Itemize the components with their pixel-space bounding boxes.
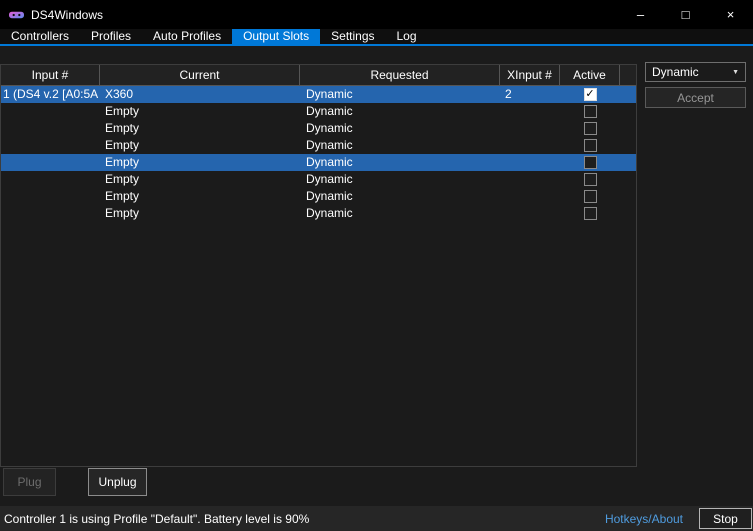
cell-filler — [620, 205, 636, 222]
table-row[interactable]: Empty Dynamic — [1, 188, 636, 205]
cell-active — [560, 205, 620, 222]
cell-input — [1, 188, 100, 205]
table-row[interactable]: Empty Dynamic — [1, 137, 636, 154]
cell-current: Empty — [105, 206, 140, 220]
tab-log[interactable]: Log — [386, 29, 428, 44]
cell-filler — [620, 103, 636, 120]
cell-requested: Dynamic — [306, 172, 353, 186]
cell-input: 1 (DS4 v.2 [A0:5A — [3, 87, 99, 101]
column-header-filler — [620, 65, 636, 85]
minimize-button[interactable]: – — [618, 0, 663, 29]
tab-auto-profiles[interactable]: Auto Profiles — [142, 29, 232, 44]
active-checkbox[interactable] — [583, 156, 597, 169]
cell-input — [1, 205, 100, 222]
table-row[interactable]: Empty Dynamic — [1, 205, 636, 222]
output-slots-table: Input # Current Requested XInput # Active 1 … — [0, 64, 637, 467]
cell-active: ✓ — [560, 86, 620, 103]
cell-requested: Dynamic — [306, 104, 353, 118]
cell-active — [560, 120, 620, 137]
cell-current: Empty — [105, 189, 140, 203]
cell-current: Empty — [105, 138, 140, 152]
cell-filler — [620, 137, 636, 154]
cell-filler — [620, 154, 636, 171]
active-checkbox[interactable]: ✓ — [583, 88, 597, 101]
cell-requested: Dynamic — [306, 155, 353, 169]
plug-button[interactable]: Plug — [3, 468, 56, 496]
column-header-active[interactable]: Active — [560, 65, 620, 85]
active-checkbox[interactable] — [583, 139, 597, 152]
cell-filler — [620, 120, 636, 137]
cell-xinput — [500, 171, 560, 188]
active-checkbox[interactable] — [583, 105, 597, 118]
accept-button[interactable]: Accept — [645, 87, 746, 108]
cell-active — [560, 154, 620, 171]
tab-output-slots[interactable]: Output Slots — [232, 29, 321, 44]
cell-requested: Dynamic — [306, 138, 353, 152]
cell-xinput — [500, 188, 560, 205]
tab-profiles[interactable]: Profiles — [80, 29, 142, 44]
stop-button[interactable]: Stop — [699, 508, 752, 529]
cell-input — [1, 120, 100, 137]
cell-input — [1, 154, 100, 171]
unplug-button[interactable]: Unplug — [88, 468, 147, 496]
active-checkbox[interactable] — [583, 207, 597, 220]
active-checkbox[interactable] — [583, 190, 597, 203]
status-message: Controller 1 is using Profile "Default".… — [4, 511, 310, 526]
cell-requested: Dynamic — [306, 121, 353, 135]
tab-bar: Controllers Profiles Auto Profiles Output S… — [0, 29, 753, 46]
cell-current: Empty — [105, 172, 140, 186]
table-header: Input # Current Requested XInput # Active — [1, 65, 636, 86]
cell-filler — [620, 188, 636, 205]
tab-settings[interactable]: Settings — [320, 29, 385, 44]
cell-input — [1, 171, 100, 188]
cell-input — [1, 137, 100, 154]
cell-requested: Dynamic — [306, 206, 353, 220]
maximize-button[interactable]: □ — [663, 0, 708, 29]
slot-type-selected-value: Dynamic — [652, 65, 699, 79]
cell-current: Empty — [105, 155, 140, 169]
cell-input — [1, 103, 100, 120]
cell-current: X360 — [105, 87, 134, 101]
window-title: DS4Windows — [31, 7, 104, 22]
cell-filler — [620, 171, 636, 188]
cell-requested: Dynamic — [306, 87, 353, 101]
window-controls: – □ × — [618, 0, 753, 29]
cell-xinput — [500, 205, 560, 222]
cell-xinput — [500, 137, 560, 154]
status-bar: Controller 1 is using Profile "Default".… — [0, 506, 753, 531]
table-row[interactable]: Empty Dynamic — [1, 103, 636, 120]
table-row[interactable]: Empty Dynamic — [1, 154, 636, 171]
cell-requested: Dynamic — [306, 189, 353, 203]
cell-filler — [620, 86, 636, 103]
titlebar: DS4Windows – □ × — [0, 0, 753, 29]
cell-active — [560, 188, 620, 205]
tab-controllers[interactable]: Controllers — [0, 29, 80, 44]
cell-xinput — [500, 154, 560, 171]
active-checkbox[interactable] — [583, 173, 597, 186]
cell-current: Empty — [105, 104, 140, 118]
close-button[interactable]: × — [708, 0, 753, 29]
table-body: 1 (DS4 v.2 [A0:5A X360 Dynamic 2 ✓ Empty Dynam… — [1, 86, 636, 222]
cell-current: Empty — [105, 121, 140, 135]
hotkeys-about-link[interactable]: Hotkeys/About — [605, 512, 683, 526]
cell-active — [560, 103, 620, 120]
cell-active — [560, 171, 620, 188]
column-header-current[interactable]: Current — [100, 65, 300, 85]
chevron-down-icon: ▼ — [732, 68, 739, 76]
column-header-xinput[interactable]: XInput # — [500, 65, 560, 85]
app-logo-icon — [9, 7, 24, 22]
table-row[interactable]: Empty Dynamic — [1, 120, 636, 137]
column-header-requested[interactable]: Requested — [300, 65, 500, 85]
cell-xinput — [500, 103, 560, 120]
table-row[interactable]: 1 (DS4 v.2 [A0:5A X360 Dynamic 2 ✓ — [1, 86, 636, 103]
cell-xinput — [500, 120, 560, 137]
active-checkbox[interactable] — [583, 122, 597, 135]
slot-type-dropdown[interactable]: Dynamic ▼ — [645, 62, 746, 82]
cell-active — [560, 137, 620, 154]
cell-xinput: 2 — [505, 87, 512, 101]
table-row[interactable]: Empty Dynamic — [1, 171, 636, 188]
column-header-input[interactable]: Input # — [1, 65, 100, 85]
